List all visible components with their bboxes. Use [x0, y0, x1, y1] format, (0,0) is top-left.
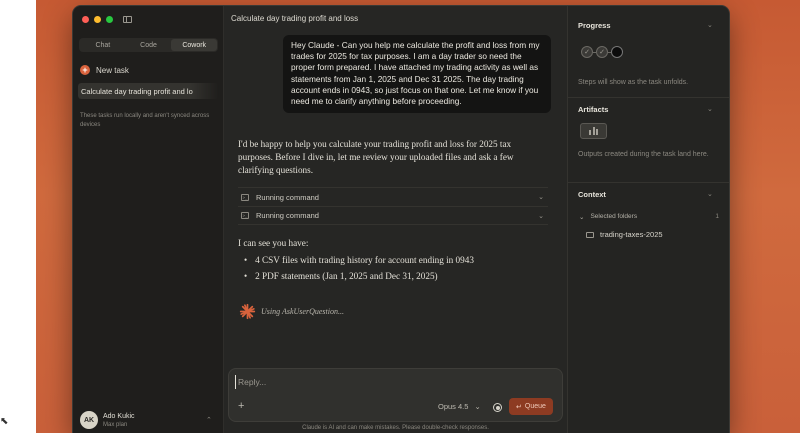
close-window-button[interactable] — [82, 16, 89, 23]
list-item: 2 PDF statements (Jan 1, 2025 and Dec 31… — [244, 268, 474, 284]
terminal-icon: >_ — [241, 212, 249, 219]
assistant-summary: I can see you have: — [238, 238, 309, 248]
sidebar: Chat Code Cowork + New task Calculate da… — [73, 6, 224, 433]
selected-folders-toggle[interactable]: ⌄ Selected folders 1 — [579, 213, 719, 221]
chevron-down-icon[interactable]: ⌄ — [707, 190, 713, 198]
maximize-window-button[interactable] — [106, 16, 113, 23]
chevron-down-icon[interactable]: ⌄ — [707, 21, 713, 29]
disclaimer: Claude is AI and can make mistakes. Plea… — [302, 425, 489, 431]
progress-note: Steps will show as the task unfolds. — [578, 79, 689, 86]
reply-input[interactable] — [235, 375, 535, 389]
tab-code[interactable]: Code — [126, 39, 172, 51]
context-title: Context — [578, 190, 606, 199]
chevron-updown-icon[interactable]: ⌃ — [206, 416, 212, 424]
claude-spark-icon — [239, 303, 256, 320]
folder-item[interactable]: trading-taxes-2025 — [586, 230, 663, 239]
chevron-down-icon: ⌄ — [579, 214, 585, 221]
selected-folders-label: Selected folders — [590, 213, 638, 220]
progress-title: Progress — [578, 21, 611, 30]
plus-icon: + — [80, 65, 90, 75]
chevron-down-icon: ⌄ — [474, 402, 481, 411]
minimize-window-button[interactable] — [94, 16, 101, 23]
command-row[interactable]: >_ Running command ⌄ — [238, 206, 548, 225]
tool-status: Using AskUserQuestion... — [261, 307, 344, 316]
divider — [568, 97, 729, 98]
artifacts-title: Artifacts — [578, 105, 609, 114]
step-current-icon — [611, 46, 623, 58]
new-task-button[interactable]: + New task — [80, 65, 129, 75]
artifacts-note: Outputs created during the task land her… — [578, 151, 709, 158]
command-label: Running command — [256, 192, 319, 202]
page-title: Calculate day trading profit and loss — [231, 14, 359, 23]
step-done-icon: ✓ — [596, 46, 608, 58]
list-item: 4 CSV files with trading history for acc… — [244, 252, 474, 268]
new-task-label: New task — [96, 65, 129, 75]
chevron-down-icon[interactable]: ⌄ — [707, 105, 713, 113]
chevron-down-icon: ⌄ — [538, 212, 544, 220]
chevron-down-icon: ⌄ — [538, 194, 544, 201]
conversation-pane: Calculate day trading profit and loss He… — [224, 6, 567, 433]
command-row[interactable]: >_ Running command ⌄ — [238, 187, 548, 206]
chart-icon — [580, 123, 607, 139]
local-tasks-note: These tasks run locally and aren't synce… — [80, 113, 210, 128]
right-panel: Progress ⌄ ✓ ✓ Steps will show as the ta… — [567, 6, 729, 433]
model-selector[interactable]: Opus 4.5 ⌄ — [438, 402, 481, 411]
tab-cowork[interactable]: Cowork — [171, 39, 218, 51]
task-item[interactable]: Calculate day trading profit and lo — [78, 83, 219, 99]
user-plan: Max plan — [103, 421, 128, 428]
mouse-cursor-icon: ⬉ — [0, 416, 9, 427]
add-attachment-icon[interactable]: + — [238, 400, 244, 412]
composer: + Opus 4.5 ⌄ ↵ Queue — [228, 368, 563, 422]
record-icon[interactable] — [493, 403, 502, 412]
mode-tabs: Chat Code Cowork — [79, 38, 218, 52]
user-name: Ado Kukic — [103, 412, 135, 420]
sidebar-toggle-icon[interactable] — [123, 16, 132, 23]
model-name: Opus 4.5 — [438, 402, 469, 411]
user-profile[interactable]: AK Ado Kukic Max plan — [80, 411, 135, 429]
assistant-message: I'd be happy to help you calculate your … — [238, 139, 514, 175]
divider — [568, 182, 729, 183]
avatar: AK — [80, 411, 98, 429]
tab-chat[interactable]: Chat — [80, 39, 126, 51]
app-window: Chat Code Cowork + New task Calculate da… — [73, 6, 729, 433]
folder-icon — [586, 231, 594, 238]
queue-arrow-icon: ↵ — [516, 403, 522, 411]
queue-button[interactable]: ↵ Queue — [509, 398, 553, 415]
queue-label: Queue — [524, 403, 546, 410]
user-message: Hey Claude - Can you help me calculate t… — [283, 35, 551, 113]
window-controls — [82, 16, 113, 23]
command-label: Running command — [256, 211, 319, 220]
progress-steps: ✓ ✓ — [581, 46, 623, 58]
folder-name: trading-taxes-2025 — [600, 230, 663, 239]
terminal-icon: >_ — [241, 193, 249, 201]
file-list: 4 CSV files with trading history for acc… — [244, 252, 474, 284]
folder-count: 1 — [715, 213, 719, 220]
step-done-icon: ✓ — [581, 46, 593, 58]
